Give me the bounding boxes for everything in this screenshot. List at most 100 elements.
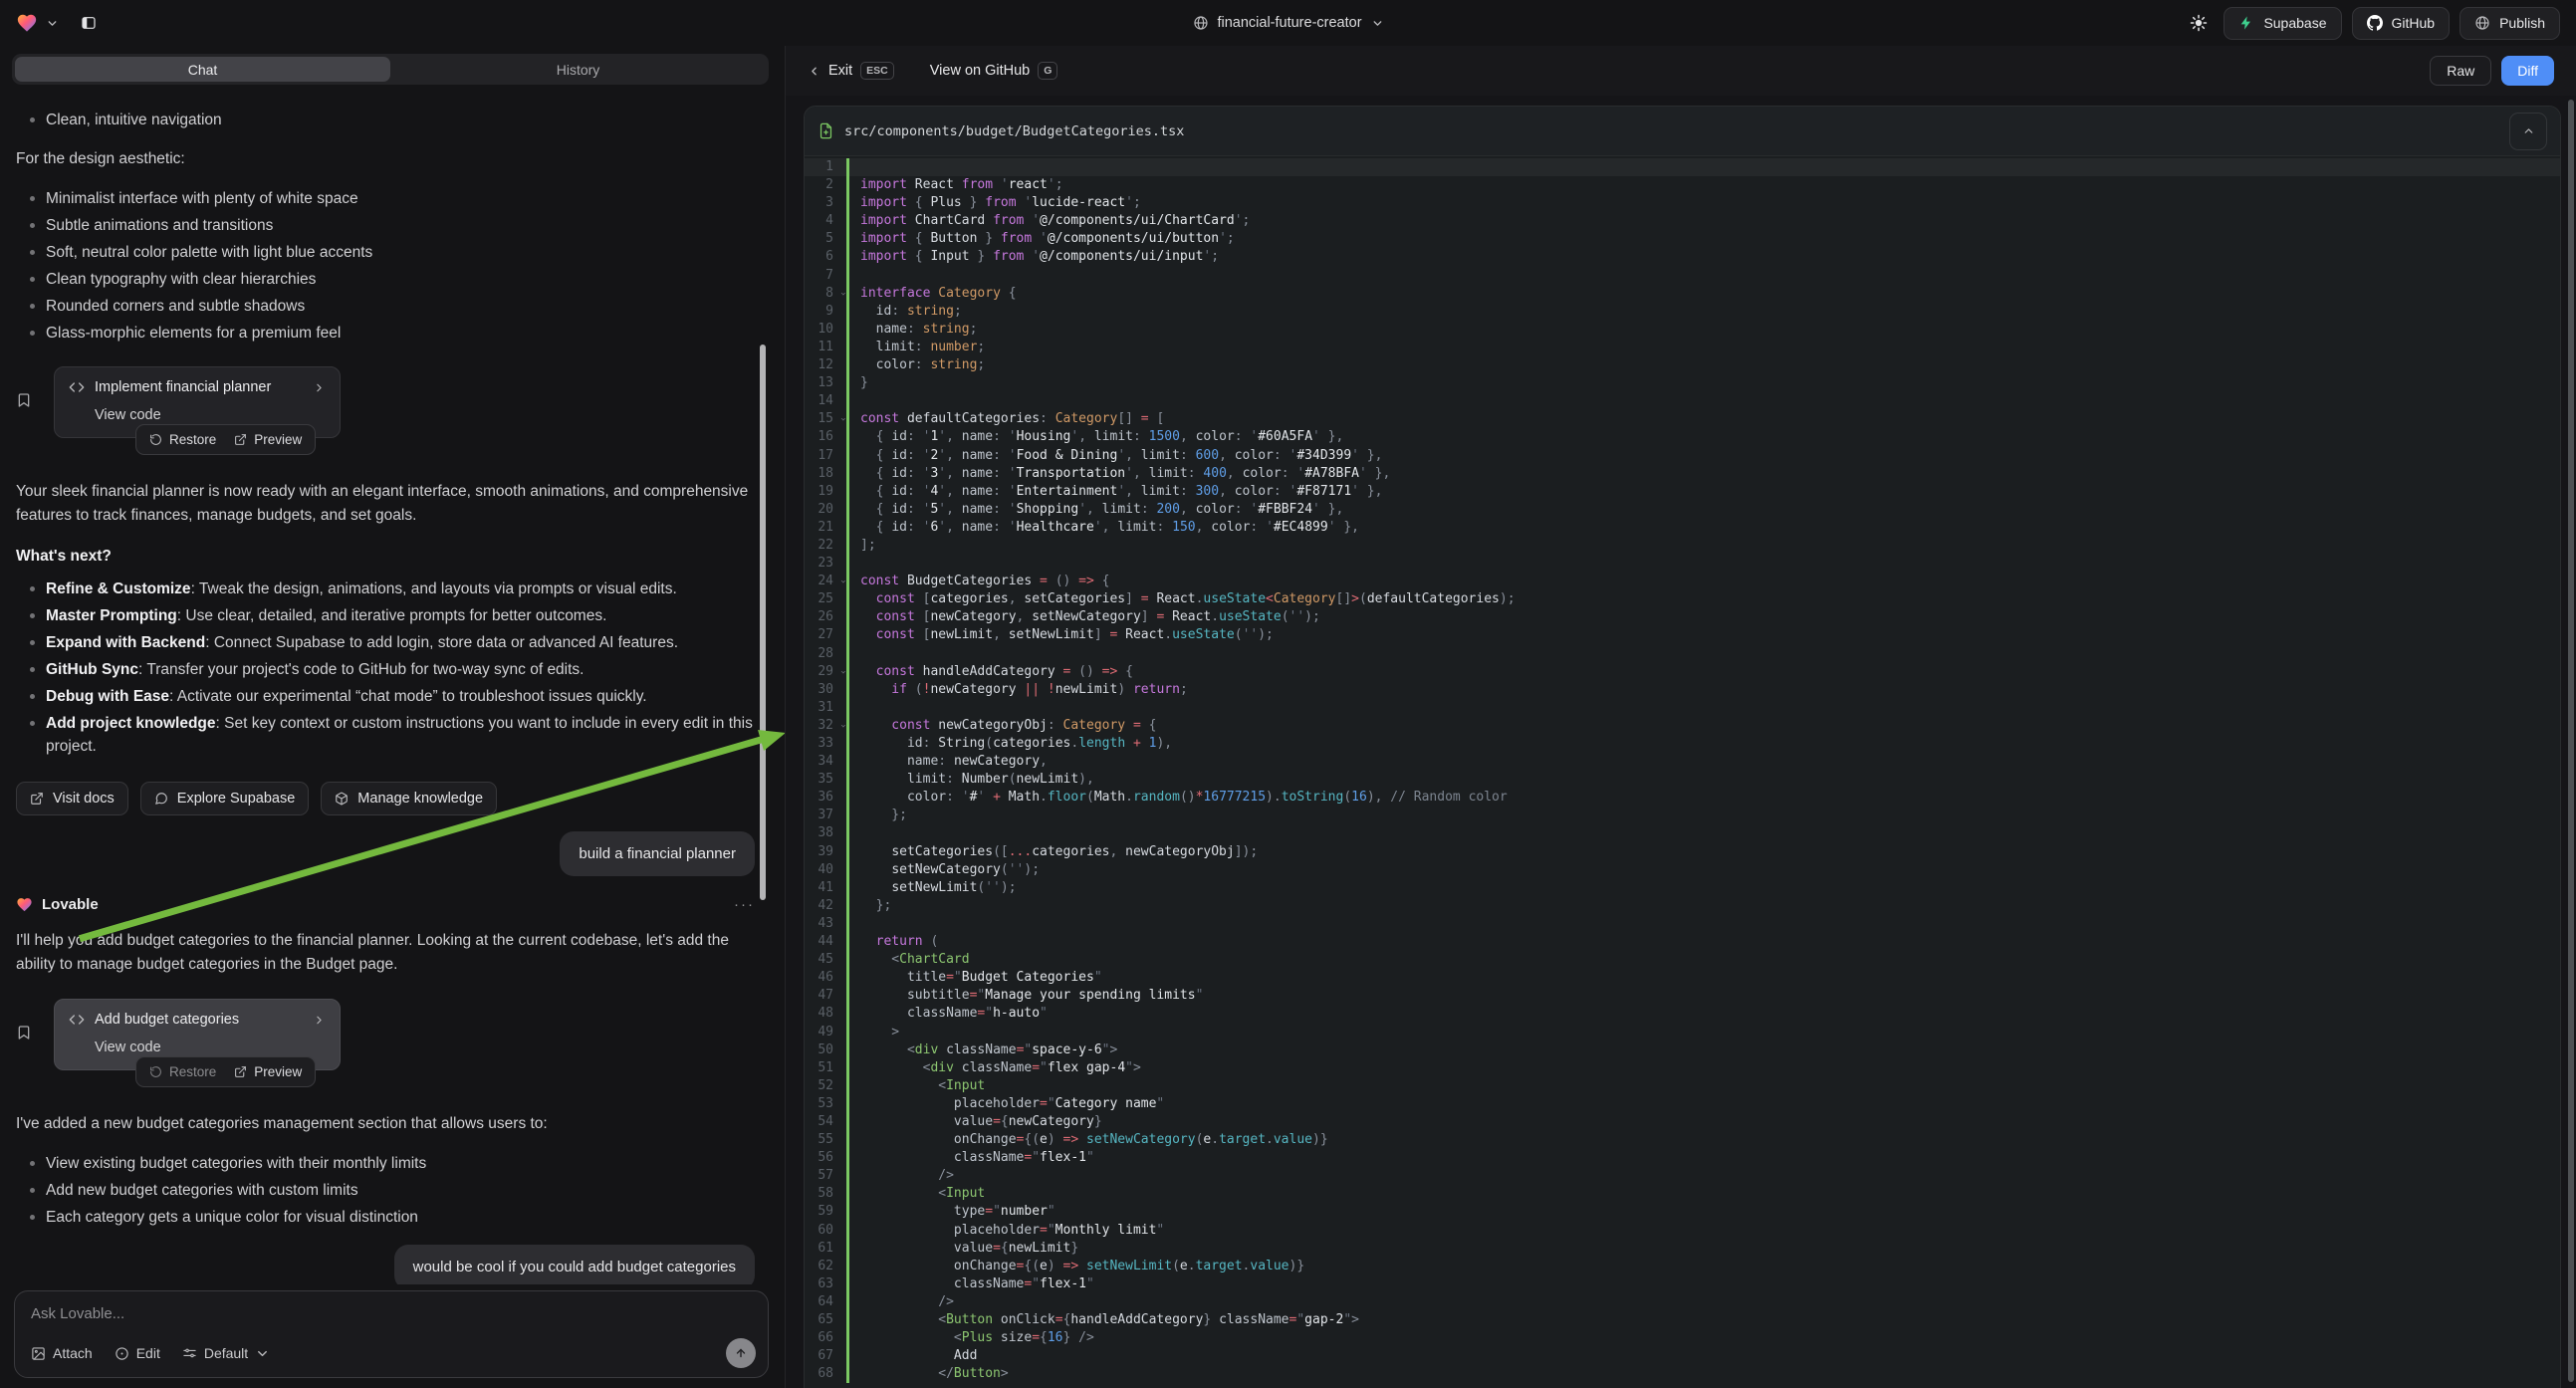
fold-chevron-icon[interactable]: › bbox=[833, 578, 851, 584]
view-code-link[interactable]: View code bbox=[95, 407, 326, 423]
collapse-file-button[interactable] bbox=[2509, 113, 2547, 150]
line-number: 52 bbox=[805, 1077, 846, 1095]
tab-history[interactable]: History bbox=[390, 57, 766, 82]
code-line-65: 65 <Button onClick={handleAddCategory} c… bbox=[805, 1311, 2560, 1329]
publish-label: Publish bbox=[2499, 15, 2545, 31]
chat-scroll-area[interactable]: Clean, intuitive navigationFor the desig… bbox=[0, 93, 785, 1284]
tip-label: GitHub Sync bbox=[46, 661, 138, 678]
restore-button[interactable]: Restore bbox=[149, 432, 216, 447]
code-line-45: 45 <ChartCard bbox=[805, 951, 2560, 969]
view-on-github-button[interactable]: View on GitHub G bbox=[930, 62, 1058, 80]
bullet-item: Glass-morphic elements for a premium fee… bbox=[46, 322, 755, 345]
preview-label: Preview bbox=[254, 1064, 302, 1079]
project-name: financial-future-creator bbox=[1217, 15, 1361, 31]
code-line-text: import { Plus } from 'lucide-react'; bbox=[846, 194, 2560, 212]
tip-item: Master Prompting: Use clear, detailed, a… bbox=[46, 604, 755, 627]
topbar: financial-future-creator Supabase GitHub bbox=[0, 0, 2576, 46]
code-line-text: const handleAddCategory = () => { bbox=[846, 663, 2560, 681]
gear-icon[interactable] bbox=[2190, 14, 2208, 32]
restore-button[interactable]: Restore bbox=[149, 1064, 216, 1079]
version-card-row: Add budget categories bbox=[69, 1012, 326, 1028]
code-line-11: 11 limit: number; bbox=[805, 339, 2560, 356]
view-code-link[interactable]: View code bbox=[95, 1040, 326, 1055]
publish-button[interactable]: Publish bbox=[2459, 7, 2560, 40]
project-switcher[interactable]: financial-future-creator bbox=[1192, 15, 1383, 31]
bullet-item: Rounded corners and subtle shadows bbox=[46, 295, 755, 318]
manage-knowledge-button[interactable]: Manage knowledge bbox=[321, 782, 497, 815]
tip-label: Expand with Backend bbox=[46, 634, 205, 651]
code-line-49: 49 > bbox=[805, 1024, 2560, 1041]
github-label: GitHub bbox=[2392, 15, 2436, 31]
fold-chevron-icon[interactable]: › bbox=[833, 723, 851, 729]
code-line-text: placeholder="Monthly limit" bbox=[846, 1222, 2560, 1240]
code-line-3: 3import { Plus } from 'lucide-react'; bbox=[805, 194, 2560, 212]
code-line-23: 23 bbox=[805, 555, 2560, 573]
line-number: 41 bbox=[805, 879, 846, 897]
code-line-text: color: string; bbox=[846, 356, 2560, 374]
file-header[interactable]: src/components/budget/BudgetCategories.t… bbox=[805, 107, 2560, 156]
viewer-nav: Exit ESC View on GitHub G bbox=[808, 62, 1057, 80]
code-line-68: 68 </Button> bbox=[805, 1365, 2560, 1383]
line-number: 48 bbox=[805, 1005, 846, 1023]
chat-heading: What's next? bbox=[16, 548, 755, 566]
code-line-text: { id: '4', name: 'Entertainment', limit:… bbox=[846, 483, 2560, 501]
raw-button[interactable]: Raw bbox=[2430, 56, 2491, 86]
message-menu-icon[interactable]: ··· bbox=[734, 896, 755, 913]
code-line-53: 53 placeholder="Category name" bbox=[805, 1095, 2560, 1113]
explore-supabase-button[interactable]: Explore Supabase bbox=[140, 782, 310, 815]
code-line-37: 37 }; bbox=[805, 807, 2560, 824]
code-line-16: 16 { id: '1', name: 'Housing', limit: 15… bbox=[805, 428, 2560, 446]
line-number: 11 bbox=[805, 339, 846, 356]
bookmark-icon[interactable] bbox=[16, 1025, 32, 1041]
code-line-18: 18 { id: '3', name: 'Transportation', li… bbox=[805, 465, 2560, 483]
diff-button[interactable]: Diff bbox=[2501, 56, 2554, 86]
line-number: 47 bbox=[805, 987, 846, 1005]
code-line-text: const BudgetCategories = () => { bbox=[846, 573, 2560, 590]
chat-scrollbar-thumb[interactable] bbox=[760, 345, 766, 900]
visit-docs-button[interactable]: Visit docs bbox=[16, 782, 128, 815]
tip-item: Refine & Customize: Tweak the design, an… bbox=[46, 578, 755, 600]
fold-chevron-icon[interactable]: › bbox=[833, 669, 851, 675]
code-line-text bbox=[846, 824, 2560, 842]
button-label: Explore Supabase bbox=[177, 791, 296, 807]
chevron-down-icon bbox=[255, 1346, 270, 1361]
line-number: 67 bbox=[805, 1347, 846, 1365]
attach-button[interactable]: Attach bbox=[31, 1345, 93, 1361]
code-scrollbar-thumb[interactable] bbox=[2568, 100, 2574, 1382]
restore-icon bbox=[149, 433, 162, 446]
github-button[interactable]: GitHub bbox=[2352, 7, 2451, 40]
line-number: 12 bbox=[805, 356, 846, 374]
bookmark-icon[interactable] bbox=[16, 392, 32, 408]
exit-button[interactable]: Exit ESC bbox=[808, 62, 894, 80]
send-button[interactable] bbox=[726, 1338, 756, 1368]
mode-selector[interactable]: Default bbox=[182, 1345, 270, 1361]
supabase-button[interactable]: Supabase bbox=[2224, 7, 2341, 40]
external-link-icon bbox=[30, 792, 44, 806]
code-line-text: const [newCategory, setNewCategory] = Re… bbox=[846, 608, 2560, 626]
view-mode-buttons: Raw Diff bbox=[2430, 56, 2554, 86]
lovable-logo-icon[interactable] bbox=[16, 12, 38, 34]
code-line-33: 33 id: String(categories.length + 1), bbox=[805, 735, 2560, 753]
code-line-58: 58 <Input bbox=[805, 1185, 2560, 1203]
code-line-59: 59 type="number" bbox=[805, 1203, 2560, 1221]
composer[interactable]: Ask Lovable... Attach Edit bbox=[14, 1290, 769, 1378]
tip-label: Debug with Ease bbox=[46, 688, 169, 705]
preview-button[interactable]: Preview bbox=[234, 432, 302, 447]
composer-input[interactable]: Ask Lovable... bbox=[31, 1305, 752, 1322]
fold-chevron-icon[interactable]: › bbox=[833, 291, 851, 297]
github-icon bbox=[2367, 15, 2383, 31]
preview-button[interactable]: Preview bbox=[234, 1064, 302, 1079]
target-icon bbox=[115, 1346, 129, 1361]
file-diff-card: src/components/budget/BudgetCategories.t… bbox=[804, 106, 2561, 1388]
tab-chat[interactable]: Chat bbox=[15, 57, 390, 82]
chevron-down-icon[interactable] bbox=[46, 17, 59, 30]
fold-chevron-icon[interactable]: › bbox=[833, 416, 851, 422]
line-number: 55 bbox=[805, 1131, 846, 1149]
code-line-text bbox=[846, 392, 2560, 410]
chevron-right-icon bbox=[313, 381, 326, 394]
file-path: src/components/budget/BudgetCategories.t… bbox=[844, 123, 1184, 139]
edit-button[interactable]: Edit bbox=[115, 1345, 160, 1361]
line-number: 38 bbox=[805, 824, 846, 842]
line-number: 63 bbox=[805, 1275, 846, 1293]
sidebar-toggle-icon[interactable] bbox=[81, 15, 97, 31]
